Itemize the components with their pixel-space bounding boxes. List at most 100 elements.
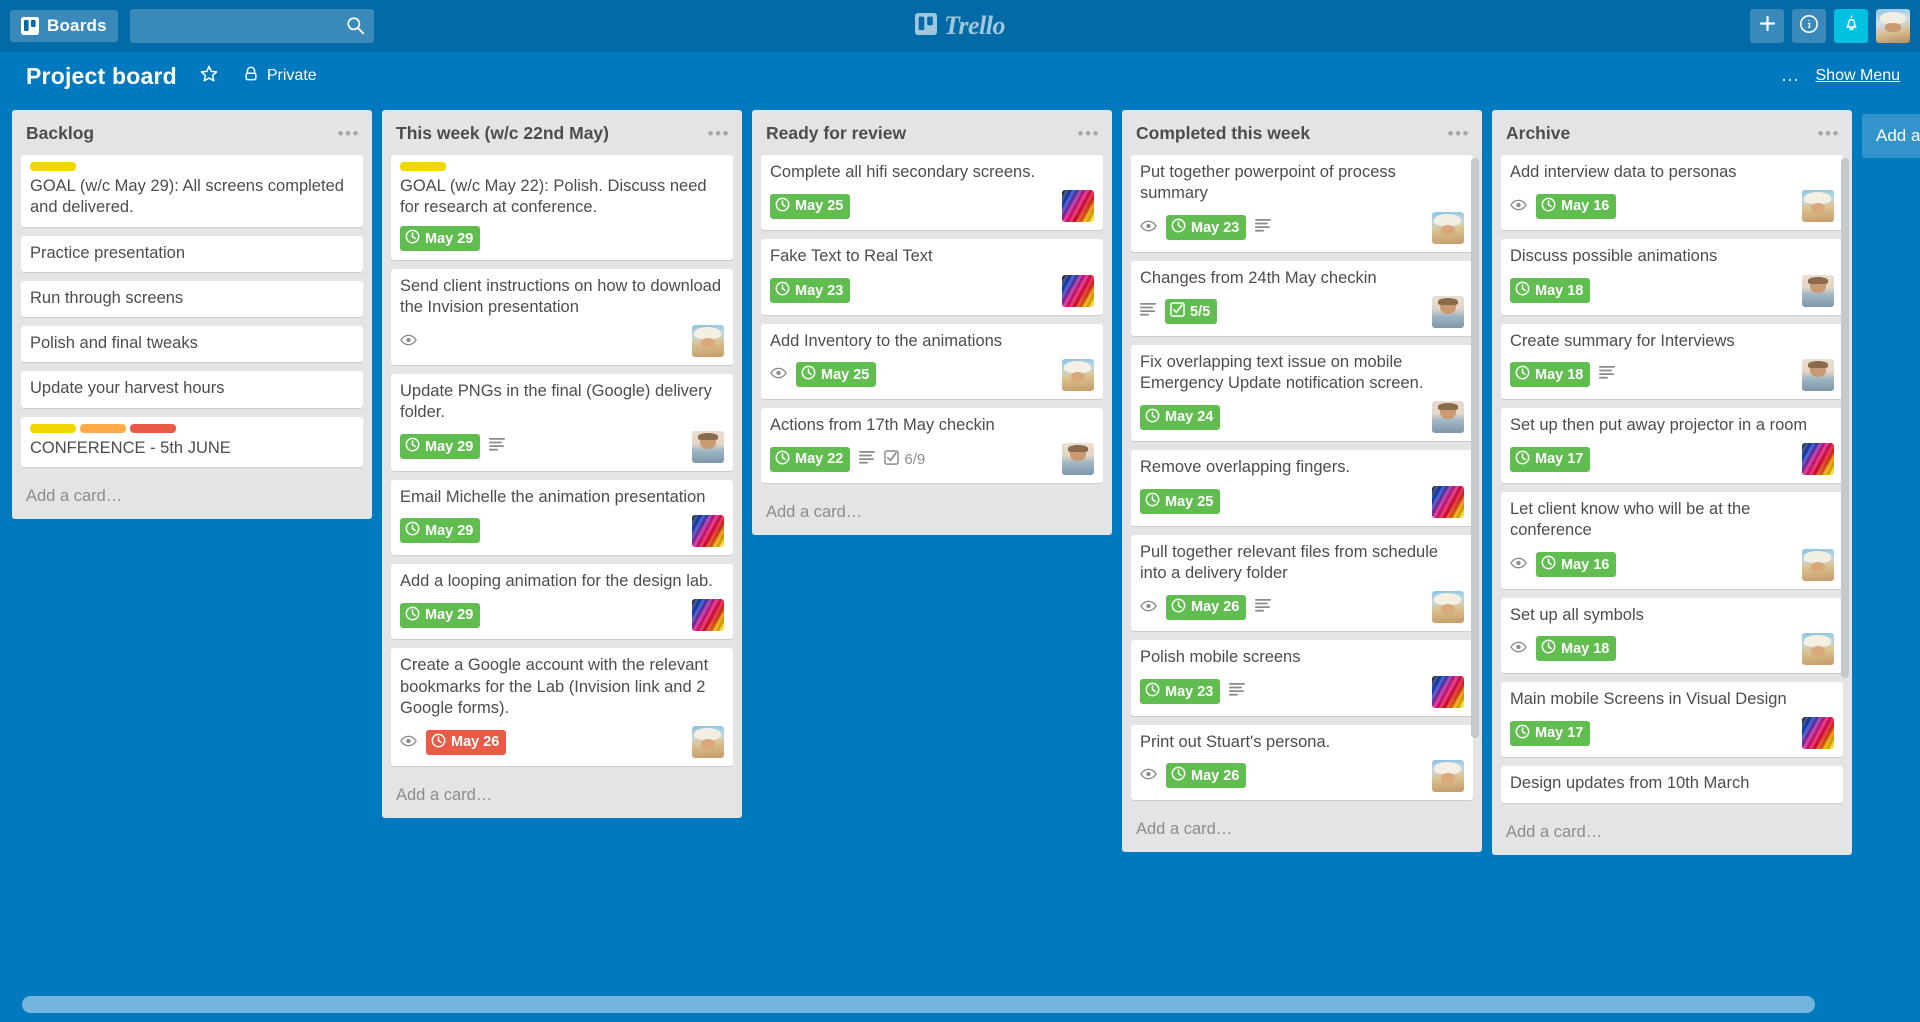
card-member-avatar[interactable]: [1802, 717, 1834, 750]
add-button[interactable]: [1750, 9, 1784, 43]
card-member-avatar[interactable]: [692, 325, 724, 358]
card-member-avatar[interactable]: [1802, 443, 1834, 476]
card-member-avatar[interactable]: [1802, 548, 1834, 581]
due-date-badge[interactable]: May 29: [400, 434, 481, 460]
board-card[interactable]: Add interview data to personas May 16: [1501, 155, 1843, 231]
board-card[interactable]: Add a looping animation for the design l…: [391, 563, 733, 640]
board-card[interactable]: Add Inventory to the animations May 25: [761, 323, 1103, 399]
card-member-avatar[interactable]: [1432, 675, 1464, 708]
add-card-button[interactable]: Add a card…: [382, 775, 742, 818]
list-scrollbar[interactable]: [1471, 158, 1479, 738]
board-card[interactable]: Fix overlapping text issue on mobile Eme…: [1131, 344, 1473, 442]
board-card[interactable]: Run through screens: [21, 280, 363, 318]
due-date-badge[interactable]: May 18: [1536, 636, 1617, 662]
due-date-badge[interactable]: May 25: [796, 362, 877, 388]
add-card-button[interactable]: Add a card…: [1122, 809, 1482, 852]
list-overflow-menu-icon[interactable]: •••: [338, 125, 360, 142]
add-card-button[interactable]: Add a card…: [12, 476, 372, 519]
due-date-badge[interactable]: May 16: [1536, 552, 1617, 578]
board-card[interactable]: Set up all symbols May 18: [1501, 597, 1843, 673]
board-card[interactable]: Set up then put away projector in a room…: [1501, 407, 1843, 484]
card-label[interactable]: [30, 423, 76, 433]
show-menu-link[interactable]: Show Menu: [1816, 67, 1901, 85]
search-box[interactable]: [129, 9, 374, 43]
due-date-badge[interactable]: May 16: [1536, 193, 1617, 219]
board-card[interactable]: Remove overlapping fingers. May 25: [1131, 450, 1473, 526]
card-member-avatar[interactable]: [1062, 274, 1094, 307]
board-card[interactable]: GOAL (w/c May 22): Polish. Discuss need …: [391, 155, 733, 260]
due-date-badge[interactable]: May 25: [770, 193, 851, 219]
card-member-avatar[interactable]: [1432, 211, 1464, 244]
card-member-avatar[interactable]: [1062, 443, 1094, 476]
due-date-badge[interactable]: May 18: [1510, 278, 1591, 304]
board-overflow-menu[interactable]: …: [1781, 65, 1802, 87]
due-date-badge[interactable]: May 18: [1510, 362, 1591, 388]
boards-button[interactable]: Boards: [10, 10, 118, 42]
card-member-avatar[interactable]: [692, 599, 724, 632]
due-date-badge[interactable]: May 22: [770, 446, 851, 472]
board-card[interactable]: Fake Text to Real Text May 23: [761, 239, 1103, 315]
due-date-badge[interactable]: May 23: [1166, 215, 1247, 241]
board-card[interactable]: Polish and final tweaks: [21, 326, 363, 363]
due-date-badge[interactable]: May 24: [1140, 404, 1221, 430]
card-member-avatar[interactable]: [1432, 295, 1464, 328]
information-button[interactable]: [1792, 9, 1826, 43]
card-member-avatar[interactable]: [1432, 401, 1464, 434]
due-date-badge[interactable]: May 25: [1140, 489, 1221, 515]
list-overflow-menu-icon[interactable]: •••: [1818, 125, 1840, 142]
list-title[interactable]: Backlog: [26, 123, 338, 144]
due-date-badge[interactable]: May 23: [770, 278, 851, 304]
due-date-badge[interactable]: May 26: [426, 729, 507, 755]
search-input[interactable]: [129, 9, 374, 43]
board-card[interactable]: Changes from 24th May checkin 5/5: [1131, 260, 1473, 336]
add-card-button[interactable]: Add a card…: [752, 492, 1112, 535]
card-member-avatar[interactable]: [1802, 190, 1834, 223]
add-list-button[interactable]: Add a list…: [1862, 114, 1920, 158]
card-member-avatar[interactable]: [1802, 358, 1834, 391]
due-date-badge[interactable]: May 29: [400, 518, 481, 544]
card-label[interactable]: [80, 423, 126, 433]
board-card[interactable]: Main mobile Screens in Visual Design May …: [1501, 681, 1843, 758]
card-member-avatar[interactable]: [692, 514, 724, 547]
board-card[interactable]: Put together powerpoint of process summa…: [1131, 155, 1473, 252]
card-label[interactable]: [30, 162, 76, 171]
notifications-button[interactable]: [1834, 9, 1868, 43]
board-horizontal-scrollbar-track[interactable]: [0, 980, 1920, 1022]
board-card[interactable]: CONFERENCE - 5th JUNE: [21, 416, 363, 467]
due-date-badge[interactable]: May 26: [1166, 763, 1247, 789]
list-overflow-menu-icon[interactable]: •••: [1078, 125, 1100, 142]
board-card[interactable]: Design updates from 10th March: [1501, 766, 1843, 803]
card-member-avatar[interactable]: [1062, 190, 1094, 223]
board-card[interactable]: Practice presentation: [21, 235, 363, 272]
board-card[interactable]: Discuss possible animations May 18: [1501, 239, 1843, 315]
board-card[interactable]: GOAL (w/c May 29): All screens completed…: [21, 155, 363, 227]
board-card[interactable]: Print out Stuart's persona. May 26: [1131, 724, 1473, 800]
due-date-badge[interactable]: May 29: [400, 226, 481, 252]
board-card[interactable]: Polish mobile screens May 23: [1131, 640, 1473, 716]
card-member-avatar[interactable]: [1432, 759, 1464, 792]
list-title[interactable]: Ready for review: [766, 123, 1078, 144]
board-card[interactable]: Pull together relevant files from schedu…: [1131, 534, 1473, 632]
list-title[interactable]: This week (w/c 22nd May): [396, 123, 708, 144]
due-date-badge[interactable]: May 17: [1510, 720, 1591, 746]
card-member-avatar[interactable]: [1432, 591, 1464, 624]
card-member-avatar[interactable]: [1062, 358, 1094, 391]
avatar[interactable]: [1876, 9, 1910, 43]
board-card[interactable]: Let client know who will be at the confe…: [1501, 492, 1843, 589]
board-card[interactable]: Email Michelle the animation presentatio…: [391, 479, 733, 555]
list-title[interactable]: Completed this week: [1136, 123, 1448, 144]
board-card[interactable]: Update PNGs in the final (Google) delive…: [391, 374, 733, 471]
board-horizontal-scrollbar-thumb[interactable]: [22, 996, 1815, 1013]
board-card[interactable]: Update your harvest hours: [21, 371, 363, 408]
due-date-badge[interactable]: May 29: [400, 602, 481, 628]
list-overflow-menu-icon[interactable]: •••: [1448, 125, 1470, 142]
board-visibility-button[interactable]: Private: [243, 65, 317, 87]
due-date-badge[interactable]: May 26: [1166, 594, 1247, 620]
list-title[interactable]: Archive: [1506, 123, 1818, 144]
due-date-badge[interactable]: May 17: [1510, 446, 1591, 472]
board-card[interactable]: Complete all hifi secondary screens. May …: [761, 155, 1103, 231]
card-member-avatar[interactable]: [692, 726, 724, 759]
due-date-badge[interactable]: May 23: [1140, 679, 1221, 705]
card-member-avatar[interactable]: [692, 430, 724, 463]
list-scrollbar[interactable]: [1841, 158, 1849, 678]
